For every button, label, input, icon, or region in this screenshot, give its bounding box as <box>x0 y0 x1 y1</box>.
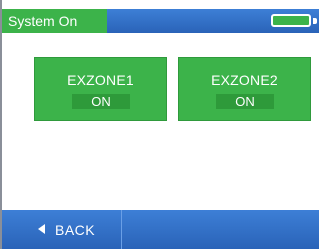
back-button[interactable]: BACK <box>2 210 121 249</box>
zone-button-exzone2[interactable]: EXZONE2 ON <box>178 57 311 121</box>
back-arrow-icon <box>38 224 45 234</box>
zone-name-label: EXZONE2 <box>211 72 278 88</box>
system-status-title: System On <box>2 9 107 33</box>
footer-bar: BACK <box>2 210 319 249</box>
zone-button-exzone1[interactable]: EXZONE1 ON <box>34 57 167 121</box>
zone-state-badge: ON <box>72 94 130 109</box>
battery-full-icon <box>271 14 311 27</box>
back-button-label: BACK <box>55 222 96 238</box>
footer-divider <box>121 210 122 249</box>
zone-name-label: EXZONE1 <box>67 72 134 88</box>
device-screen: System On EXZONE1 ON EXZONE2 ON BACK <box>0 0 325 249</box>
zone-state-badge: ON <box>216 94 274 109</box>
battery-tip-icon <box>313 18 317 24</box>
header-bar: System On <box>2 9 319 33</box>
